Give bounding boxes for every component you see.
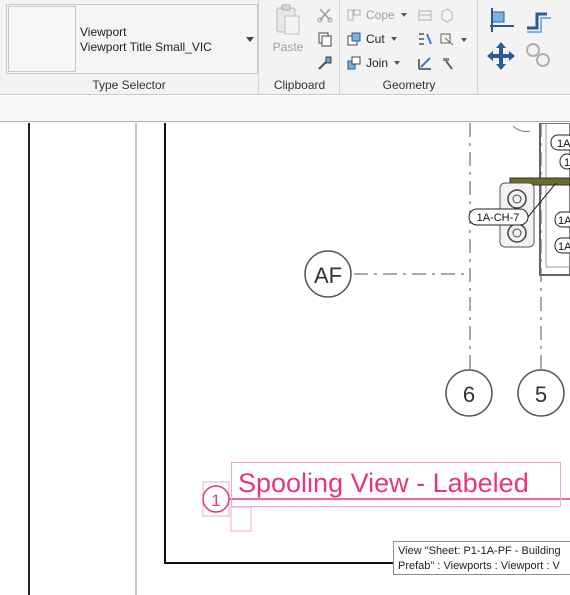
type-name-label: Viewport Title Small_VIC — [80, 40, 212, 54]
clipboard-icon — [276, 4, 300, 35]
hover-tooltip: View "Sheet: P1-1A-PF - Building Prefab"… — [393, 541, 570, 575]
paste-label: Paste — [272, 40, 304, 54]
pipe-tag-label: 1A — [558, 241, 570, 253]
offset-icon[interactable] — [523, 6, 553, 36]
tooltip-line-2: Prefab" : Viewports : Viewport : V — [398, 560, 560, 572]
viewport-number: 1 — [211, 491, 220, 510]
cope-button[interactable]: Cope — [346, 7, 407, 23]
hammer-icon[interactable] — [439, 55, 455, 71]
viewport-title-text[interactable]: Spooling View - Labeled — [231, 462, 561, 507]
pipe-tag-label: 1A — [557, 138, 570, 150]
grid-bubble-label: 6 — [463, 382, 475, 407]
cut-button[interactable]: Cut — [346, 31, 397, 47]
cope-label: Cope — [366, 8, 395, 22]
pipe-tag-label: 1 — [564, 157, 570, 169]
viewport-title-grip — [230, 506, 252, 532]
split-face-icon[interactable] — [439, 7, 455, 23]
move-icon[interactable] — [485, 40, 517, 72]
type-family-label: Viewport — [80, 25, 127, 39]
chevron-down-icon[interactable] — [245, 35, 255, 45]
demolish-icon[interactable] — [417, 31, 433, 47]
equipment-outline — [512, 125, 531, 132]
grid-bubble-label: 5 — [535, 382, 547, 407]
type-selector-panel: Viewport Viewport Title Small_VIC Type S… — [0, 0, 259, 95]
panel-title-type-selector: Type Selector — [92, 78, 166, 92]
join-button[interactable]: Join — [346, 55, 401, 71]
wall-sweep-icon[interactable] — [417, 55, 433, 71]
clipboard-panel: Paste Clipboard — [260, 0, 340, 95]
drawing-canvas[interactable]: 1A-CH-7 1A 1A 1A 1 AF 6 5 1 — [0, 123, 570, 595]
sheet-drawing: 1A-CH-7 1A 1A 1A 1 AF 6 5 1 — [28, 123, 570, 595]
panel-title-geometry: Geometry — [382, 78, 436, 92]
join-label: Join — [366, 56, 389, 70]
copy-element-icon[interactable] — [523, 40, 553, 70]
copy-icon[interactable] — [317, 31, 333, 47]
pipe-tag-label: 1A-CH-7 — [477, 212, 520, 224]
cut-label: Cut — [366, 32, 385, 46]
cope-icon — [347, 9, 361, 21]
paste-button[interactable]: Paste — [270, 4, 306, 54]
cut-geometry-icon — [347, 32, 361, 46]
align-icon[interactable] — [486, 6, 516, 36]
grid-bubble-label: AF — [314, 263, 342, 288]
pipe-tag-label: 1A — [558, 215, 570, 227]
chevron-down-icon[interactable] — [461, 38, 467, 42]
type-preview-thumbnail — [8, 6, 76, 72]
geometry-panel: Cope Cut Join Geometry — [341, 0, 478, 95]
modify-panel — [479, 0, 570, 95]
ribbon: Viewport Viewport Title Small_VIC Type S… — [0, 0, 570, 95]
paint-icon[interactable] — [439, 31, 455, 47]
tooltip-line-1: View "Sheet: P1-1A-PF - Building — [398, 545, 561, 557]
options-bar — [0, 96, 570, 122]
join-geometry-icon — [347, 56, 361, 70]
cut-scissors-icon[interactable] — [317, 7, 333, 23]
panel-title-clipboard: Clipboard — [273, 78, 326, 92]
match-properties-icon[interactable] — [317, 55, 333, 71]
wall-joins-icon[interactable] — [417, 7, 433, 23]
